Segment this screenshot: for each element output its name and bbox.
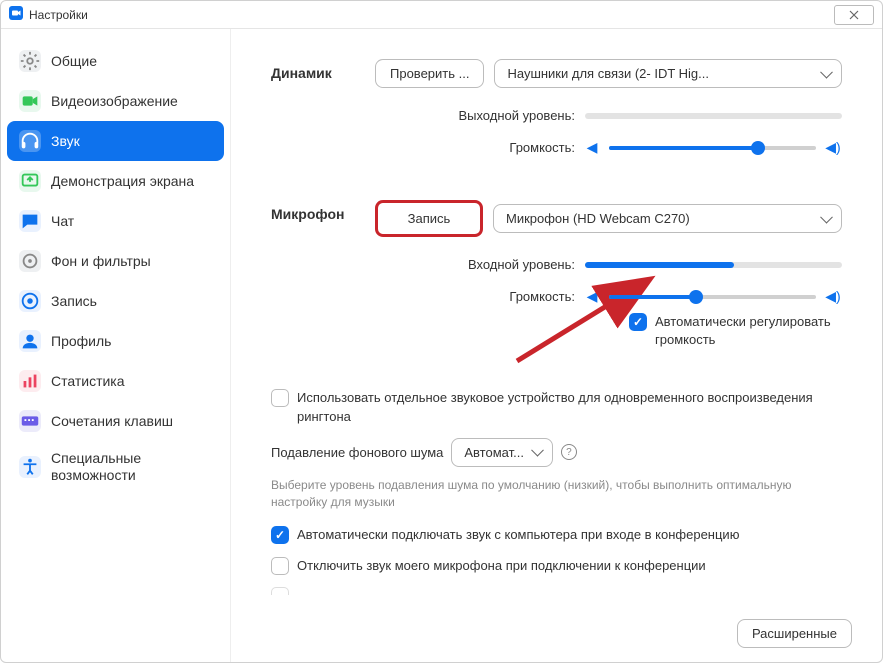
separate-ringtone-device-label: Использовать отдельное звуковое устройст…: [297, 389, 842, 425]
close-button[interactable]: [834, 5, 874, 25]
sidebar-item-share[interactable]: Демонстрация экрана: [7, 161, 224, 201]
auto-join-audio-label: Автоматически подключать звук с компьюте…: [297, 526, 842, 544]
sidebar-item-video[interactable]: Видеоизображение: [7, 81, 224, 121]
sidebar-item-label: Звук: [51, 133, 80, 150]
mic-volume-label: Громкость:: [375, 289, 575, 304]
microphone-section: Микрофон Запись Микрофон (HD Webcam C270…: [271, 200, 842, 353]
mic-heading: Микрофон: [271, 200, 375, 353]
chat-icon: [19, 210, 41, 232]
speaker-volume-slider[interactable]: [609, 146, 816, 150]
speaker-heading: Динамик: [271, 59, 375, 164]
profile-icon: [19, 330, 41, 352]
window-title: Настройки: [29, 8, 88, 22]
sidebar-item-label: Профиль: [51, 333, 111, 350]
sidebar-item-label: Видеоизображение: [51, 93, 178, 110]
sidebar-item-general[interactable]: Общие: [7, 41, 224, 81]
output-level-label: Выходной уровень:: [375, 108, 575, 123]
sidebar-item-background[interactable]: Фон и фильтры: [7, 241, 224, 281]
mute-on-join-label: Отключить звук моего микрофона при подкл…: [297, 557, 842, 575]
separate-ringtone-device-checkbox[interactable]: [271, 389, 289, 407]
titlebar: Настройки: [1, 1, 882, 29]
volume-low-icon: ◀: [583, 139, 601, 156]
sidebar-item-label: Запись: [51, 293, 97, 310]
volume-high-icon: ◀): [824, 139, 842, 156]
zoom-logo-icon: [9, 6, 23, 23]
sidebar-item-label: Статистика: [51, 373, 125, 390]
sidebar-item-recording[interactable]: Запись: [7, 281, 224, 321]
input-level-meter: [585, 262, 842, 268]
sidebar-item-chat[interactable]: Чат: [7, 201, 224, 241]
sidebar-item-accessibility[interactable]: Специальные возможности: [7, 441, 224, 493]
record-icon: [19, 290, 41, 312]
noise-suppression-label: Подавление фонового шума: [271, 445, 443, 460]
headphones-icon: [19, 130, 41, 152]
sidebar-item-label: Специальные возможности: [51, 450, 212, 484]
mic-device-select[interactable]: Микрофон (HD Webcam C270): [493, 204, 842, 233]
sidebar-item-audio[interactable]: Звук: [7, 121, 224, 161]
mute-on-join-checkbox[interactable]: [271, 557, 289, 575]
auto-gain-label: Автоматически регулировать громкость: [655, 313, 842, 349]
close-icon: [848, 9, 860, 21]
keyboard-icon: [19, 410, 41, 432]
auto-gain-checkbox[interactable]: [629, 313, 647, 331]
main-panel: Динамик Проверить ... Наушники для связи…: [231, 29, 882, 662]
stats-icon: [19, 370, 41, 392]
sidebar-item-label: Сочетания клавиш: [51, 413, 173, 430]
auto-join-audio-checkbox[interactable]: [271, 526, 289, 544]
help-icon[interactable]: ?: [561, 444, 577, 460]
sidebar-item-label: Общие: [51, 53, 97, 70]
share-screen-icon: [19, 170, 41, 192]
noise-suppression-select[interactable]: Автомат...: [451, 438, 553, 467]
sidebar-item-profile[interactable]: Профиль: [7, 321, 224, 361]
background-icon: [19, 250, 41, 272]
output-level-meter: [585, 113, 842, 119]
input-level-label: Входной уровень:: [375, 257, 575, 272]
volume-high-icon: ◀): [824, 288, 842, 305]
speaker-section: Динамик Проверить ... Наушники для связи…: [271, 59, 842, 164]
gear-icon: [19, 50, 41, 72]
record-mic-button[interactable]: Запись: [375, 200, 483, 237]
video-icon: [19, 90, 41, 112]
partial-checkbox[interactable]: [271, 587, 289, 595]
volume-low-icon: ◀: [583, 288, 601, 305]
accessibility-icon: [19, 456, 41, 478]
speaker-volume-label: Громкость:: [375, 140, 575, 155]
options-section: Использовать отдельное звуковое устройст…: [271, 389, 842, 594]
sidebar-item-label: Демонстрация экрана: [51, 173, 194, 190]
sidebar-item-label: Чат: [51, 213, 74, 230]
noise-suppression-hint: Выберите уровень подавления шума по умол…: [271, 477, 842, 511]
sidebar-item-statistics[interactable]: Статистика: [7, 361, 224, 401]
mic-volume-slider[interactable]: [609, 295, 816, 299]
test-speaker-button[interactable]: Проверить ...: [375, 59, 484, 88]
speaker-device-select[interactable]: Наушники для связи (2- IDT Hig...: [494, 59, 842, 88]
sidebar-item-label: Фон и фильтры: [51, 253, 151, 270]
advanced-button[interactable]: Расширенные: [737, 619, 852, 648]
sidebar: Общие Видеоизображение Звук Демонстрация…: [1, 29, 231, 662]
sidebar-item-shortcuts[interactable]: Сочетания клавиш: [7, 401, 224, 441]
